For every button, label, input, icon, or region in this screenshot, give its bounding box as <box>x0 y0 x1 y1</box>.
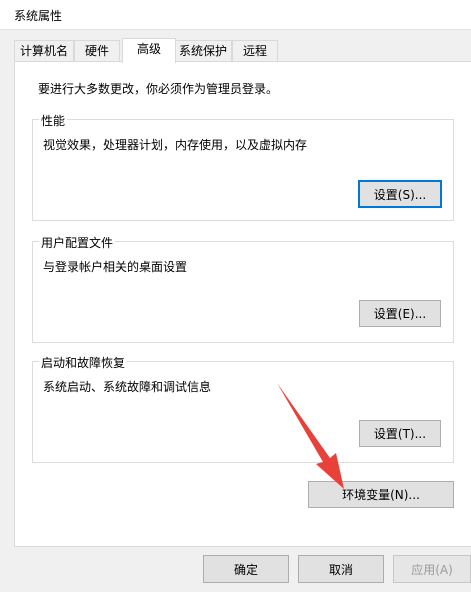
startup-recovery-settings-button[interactable]: 设置(T)... <box>359 420 441 447</box>
user-profiles-settings-button[interactable]: 设置(E)... <box>359 300 441 327</box>
ok-button[interactable]: 确定 <box>203 555 289 583</box>
user-profiles-description: 与登录帐户相关的桌面设置 <box>43 260 188 274</box>
startup-recovery-group: 启动和故障恢复 系统启动、系统故障和调试信息 设置(T)... <box>32 354 454 463</box>
tab-computer-name[interactable]: 计算机名 <box>14 40 74 62</box>
tab-system-protection[interactable]: 系统保护 <box>174 40 232 62</box>
advanced-panel: 要进行大多数更改，你必须作为管理员登录。 性能 视觉效果，处理器计划，内存使用，… <box>14 61 471 547</box>
performance-settings-button[interactable]: 设置(S)... <box>358 180 442 208</box>
startup-recovery-description: 系统启动、系统故障和调试信息 <box>43 380 212 394</box>
admin-notice: 要进行大多数更改，你必须作为管理员登录。 <box>38 82 279 96</box>
tab-strip: 计算机名 硬件 高级 系统保护 远程 <box>14 38 471 63</box>
user-profiles-group-title: 用户配置文件 <box>39 234 116 251</box>
performance-group: 性能 视觉效果，处理器计划，内存使用，以及虚拟内存 设置(S)... <box>32 112 454 221</box>
cancel-button[interactable]: 取消 <box>298 555 384 583</box>
tab-hardware[interactable]: 硬件 <box>74 40 120 62</box>
title-bar: 系统属性 <box>0 0 471 30</box>
performance-description: 视觉效果，处理器计划，内存使用，以及虚拟内存 <box>43 138 308 152</box>
user-profiles-group: 用户配置文件 与登录帐户相关的桌面设置 设置(E)... <box>32 234 454 343</box>
performance-group-title: 性能 <box>39 112 68 129</box>
startup-recovery-group-title: 启动和故障恢复 <box>39 354 128 371</box>
environment-variables-button[interactable]: 环境变量(N)... <box>308 481 454 508</box>
tab-advanced[interactable]: 高级 <box>122 38 176 63</box>
apply-button[interactable]: 应用(A) <box>393 555 471 583</box>
tab-remote[interactable]: 远程 <box>232 40 278 62</box>
window-title: 系统属性 <box>14 9 63 23</box>
